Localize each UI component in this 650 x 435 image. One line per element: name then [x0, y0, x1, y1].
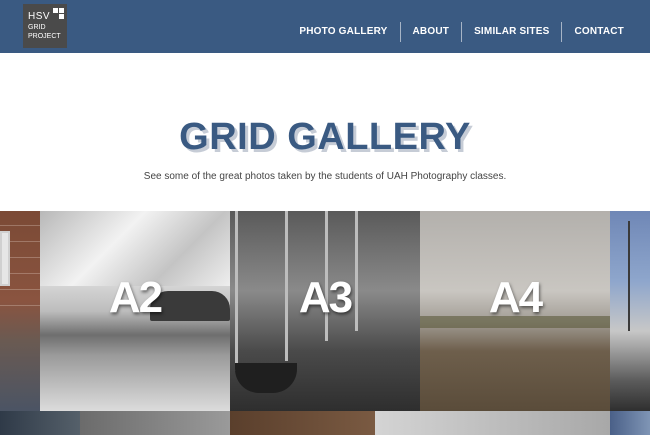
window-shape — [0, 231, 10, 286]
brick-line — [0, 305, 40, 306]
swing-seat — [235, 363, 297, 393]
tile-label: A4 — [488, 273, 543, 322]
gallery-tile-row2[interactable] — [0, 411, 80, 435]
gallery-tile-row2[interactable] — [80, 411, 230, 435]
gallery-tile-edge-right[interactable] — [610, 211, 650, 411]
nav-contact[interactable]: CONTACT — [561, 22, 636, 42]
logo-grid-square — [53, 8, 58, 13]
logo-text-project: PROJECT — [28, 33, 61, 40]
gallery-tile-edge-left[interactable] — [0, 211, 40, 411]
gallery-tile-a4[interactable]: A4 — [420, 211, 610, 411]
nav-photo-gallery[interactable]: PHOTO GALLERY — [287, 22, 399, 42]
main-menu: PHOTO GALLERY ABOUT SIMILAR SITES CONTAC… — [287, 22, 636, 42]
brick-line — [0, 225, 40, 226]
gallery-tile-row2[interactable] — [610, 411, 650, 435]
logo-text-grid: GRID — [28, 24, 46, 31]
gallery-tile-a3[interactable]: A3 — [230, 211, 420, 411]
nav-similar-sites[interactable]: SIMILAR SITES — [461, 22, 561, 42]
gallery-tile-a2[interactable]: A2 — [40, 211, 230, 411]
top-navbar: HSV GRID PROJECT PHOTO GALLERY ABOUT SIM… — [0, 0, 650, 53]
tree-trunk — [628, 221, 630, 331]
brick-line — [0, 289, 40, 290]
logo-grid-square — [59, 14, 64, 19]
logo-text-hsv: HSV — [28, 11, 51, 22]
logo-grid-square — [59, 8, 64, 13]
gallery-tile-row2[interactable] — [230, 411, 375, 435]
gallery-tile-row2[interactable] — [375, 411, 610, 435]
page-title: GRID GALLERY — [179, 116, 471, 158]
tile-label: A2 — [108, 273, 163, 322]
nav-about[interactable]: ABOUT — [399, 22, 462, 42]
tile-label: A3 — [298, 273, 353, 322]
page-subtitle: See some of the great photos taken by th… — [143, 171, 507, 182]
site-logo[interactable]: HSV GRID PROJECT — [23, 4, 67, 48]
